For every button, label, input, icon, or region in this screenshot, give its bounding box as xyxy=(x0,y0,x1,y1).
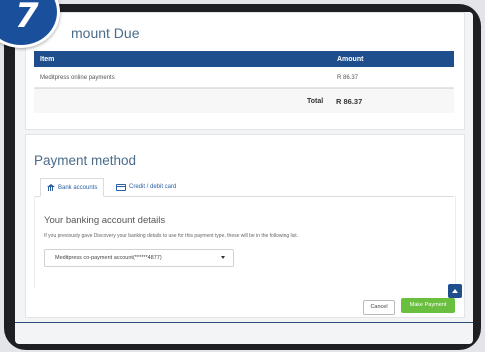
amount-table: Item Amount Meditpress online payments R… xyxy=(34,51,454,113)
step-number: 7 xyxy=(15,0,39,36)
row-amount: R 86.37 xyxy=(337,75,359,81)
scroll-top-button[interactable] xyxy=(448,284,462,298)
table-total: Total R 86.37 xyxy=(34,88,454,113)
table-row: Meditpress online payments R 86.37 xyxy=(34,67,454,88)
device-frame: 7 mount Due Item Amount Meditpress onlin… xyxy=(0,0,481,350)
banking-details-help: If you previously gave Discovery your ba… xyxy=(44,233,299,239)
cancel-button[interactable]: Cancel xyxy=(363,300,395,315)
divider xyxy=(15,322,473,323)
amount-due-card: mount Due Item Amount Meditpress online … xyxy=(25,12,465,130)
payment-tabs: Bank accounts Credit / debit card xyxy=(34,178,454,197)
tab-bank-accounts[interactable]: Bank accounts xyxy=(40,178,105,197)
credit-card-icon xyxy=(116,183,126,191)
make-payment-button[interactable]: Make Payment xyxy=(401,298,455,313)
bank-accounts-panel xyxy=(34,196,456,288)
tab-credit-debit-card-label: Credit / debit card xyxy=(129,184,177,190)
payment-method-title: Payment method xyxy=(34,153,137,168)
column-header-amount: Amount xyxy=(337,56,364,63)
screen: mount Due Item Amount Meditpress online … xyxy=(15,12,473,344)
banking-details-heading: Your banking account details xyxy=(44,215,166,226)
tab-bank-accounts-label: Bank accounts xyxy=(58,184,98,191)
total-label: Total xyxy=(307,98,324,105)
column-header-item: Item xyxy=(40,56,55,63)
chevron-down-icon xyxy=(221,256,225,259)
table-header: Item Amount xyxy=(34,51,454,67)
bank-icon xyxy=(47,184,55,191)
amount-due-title: mount Due xyxy=(71,25,140,41)
row-item: Meditpress online payments xyxy=(40,75,115,81)
account-select-value: Meditpress co-payment account(******4877… xyxy=(55,255,162,261)
account-select[interactable]: Meditpress co-payment account(******4877… xyxy=(44,249,234,267)
tab-credit-debit-card[interactable]: Credit / debit card xyxy=(116,178,176,196)
payment-method-card: Payment method Bank accounts Credit / de… xyxy=(25,134,465,318)
total-value: R 86.37 xyxy=(336,97,363,106)
